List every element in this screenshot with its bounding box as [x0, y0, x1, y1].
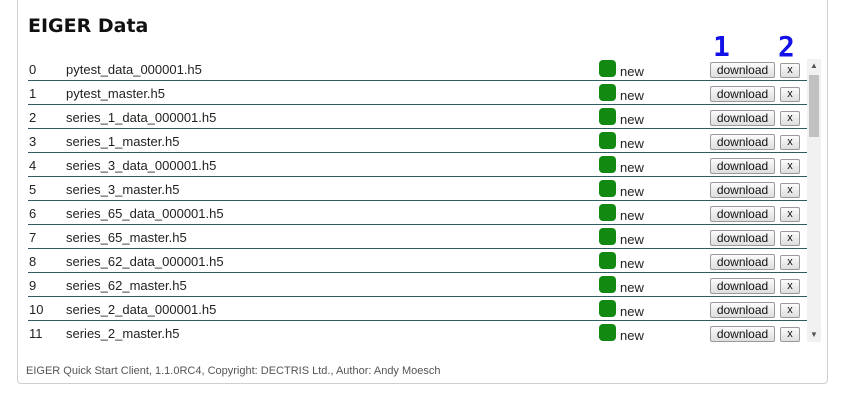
- file-row: 11 series_2_master.h5 new download x: [28, 321, 807, 344]
- delete-button[interactable]: x: [780, 63, 800, 78]
- status-indicator-icon: [599, 108, 616, 125]
- status-indicator-icon: [599, 324, 616, 341]
- file-row: 6 series_65_data_000001.h5 new download x: [28, 201, 807, 225]
- status-label: new: [620, 304, 644, 319]
- delete-button[interactable]: x: [780, 231, 800, 246]
- download-button[interactable]: download: [710, 134, 775, 150]
- page-title: EIGER Data: [28, 15, 149, 37]
- download-button[interactable]: download: [710, 278, 775, 294]
- download-button[interactable]: download: [710, 302, 775, 318]
- status-indicator-icon: [599, 60, 616, 77]
- file-index: 9: [29, 278, 37, 293]
- delete-button[interactable]: x: [780, 255, 800, 270]
- status-indicator-icon: [599, 204, 616, 221]
- file-name: series_3_master.h5: [66, 182, 180, 197]
- file-index: 3: [29, 134, 37, 149]
- table-scrollbar[interactable]: ▲ ▼: [807, 59, 821, 342]
- download-button[interactable]: download: [710, 182, 775, 198]
- delete-button[interactable]: x: [780, 327, 800, 342]
- file-row: 10 series_2_data_000001.h5 new download x: [28, 297, 807, 321]
- delete-button[interactable]: x: [780, 279, 800, 294]
- status-indicator-icon: [599, 252, 616, 269]
- file-row: 1 pytest_master.h5 new download x: [28, 81, 807, 105]
- scroll-thumb[interactable]: [809, 75, 819, 137]
- file-index: 11: [29, 326, 43, 341]
- file-index: 4: [29, 158, 37, 173]
- delete-button[interactable]: x: [780, 303, 800, 318]
- delete-button[interactable]: x: [780, 207, 800, 222]
- file-row: 4 series_3_data_000001.h5 new download x: [28, 153, 807, 177]
- file-row: 5 series_3_master.h5 new download x: [28, 177, 807, 201]
- status-label: new: [620, 112, 644, 127]
- file-name: series_65_data_000001.h5: [66, 206, 224, 221]
- scroll-up-arrow-icon[interactable]: ▲: [807, 59, 821, 73]
- download-button[interactable]: download: [710, 110, 775, 126]
- delete-button[interactable]: x: [780, 135, 800, 150]
- file-row: 3 series_1_master.h5 new download x: [28, 129, 807, 153]
- status-indicator-icon: [599, 84, 616, 101]
- status-label: new: [620, 232, 644, 247]
- file-name: series_65_master.h5: [66, 230, 187, 245]
- file-index: 2: [29, 110, 37, 125]
- file-row: 0 pytest_data_000001.h5 new download x: [28, 57, 807, 81]
- status-indicator-icon: [599, 228, 616, 245]
- footer-text: EIGER Quick Start Client, 1.1.0RC4, Copy…: [26, 365, 441, 377]
- download-button[interactable]: download: [710, 326, 775, 342]
- status-label: new: [620, 64, 644, 79]
- delete-button[interactable]: x: [780, 111, 800, 126]
- status-label: new: [620, 88, 644, 103]
- file-index: 6: [29, 206, 37, 221]
- file-index: 1: [29, 86, 37, 101]
- file-row: 9 series_62_master.h5 new download x: [28, 273, 807, 297]
- file-row: 8 series_62_data_000001.h5 new download x: [28, 249, 807, 273]
- status-label: new: [620, 280, 644, 295]
- file-row: 2 series_1_data_000001.h5 new download x: [28, 105, 807, 129]
- file-name: series_3_data_000001.h5: [66, 158, 217, 173]
- delete-button[interactable]: x: [780, 87, 800, 102]
- status-indicator-icon: [599, 300, 616, 317]
- status-label: new: [620, 328, 644, 343]
- status-label: new: [620, 184, 644, 199]
- download-button[interactable]: download: [710, 62, 775, 78]
- file-index: 8: [29, 254, 37, 269]
- download-button[interactable]: download: [710, 254, 775, 270]
- eiger-data-panel: EIGER Data 1 2 0 pytest_data_000001.h5 new…: [17, 0, 828, 384]
- file-index: 0: [29, 62, 37, 77]
- status-indicator-icon: [599, 156, 616, 173]
- status-label: new: [620, 136, 644, 151]
- file-name: series_62_data_000001.h5: [66, 254, 224, 269]
- file-name: series_2_data_000001.h5: [66, 302, 217, 317]
- file-table: 0 pytest_data_000001.h5 new download x 1 pytes…: [28, 57, 807, 344]
- status-label: new: [620, 256, 644, 271]
- file-name: pytest_data_000001.h5: [66, 62, 202, 77]
- file-index: 5: [29, 182, 37, 197]
- status-indicator-icon: [599, 132, 616, 149]
- scroll-down-arrow-icon[interactable]: ▼: [807, 328, 821, 342]
- file-name: series_62_master.h5: [66, 278, 187, 293]
- status-label: new: [620, 208, 644, 223]
- download-button[interactable]: download: [710, 206, 775, 222]
- status-indicator-icon: [599, 276, 616, 293]
- delete-button[interactable]: x: [780, 183, 800, 198]
- file-name: series_2_master.h5: [66, 326, 180, 341]
- delete-button[interactable]: x: [780, 159, 800, 174]
- status-indicator-icon: [599, 180, 616, 197]
- download-button[interactable]: download: [710, 230, 775, 246]
- file-index: 10: [29, 302, 44, 317]
- file-row: 7 series_65_master.h5 new download x: [28, 225, 807, 249]
- download-button[interactable]: download: [710, 86, 775, 102]
- file-name: pytest_master.h5: [66, 86, 165, 101]
- download-button[interactable]: download: [710, 158, 775, 174]
- file-name: series_1_master.h5: [66, 134, 180, 149]
- file-name: series_1_data_000001.h5: [66, 110, 217, 125]
- file-index: 7: [29, 230, 37, 245]
- status-label: new: [620, 160, 644, 175]
